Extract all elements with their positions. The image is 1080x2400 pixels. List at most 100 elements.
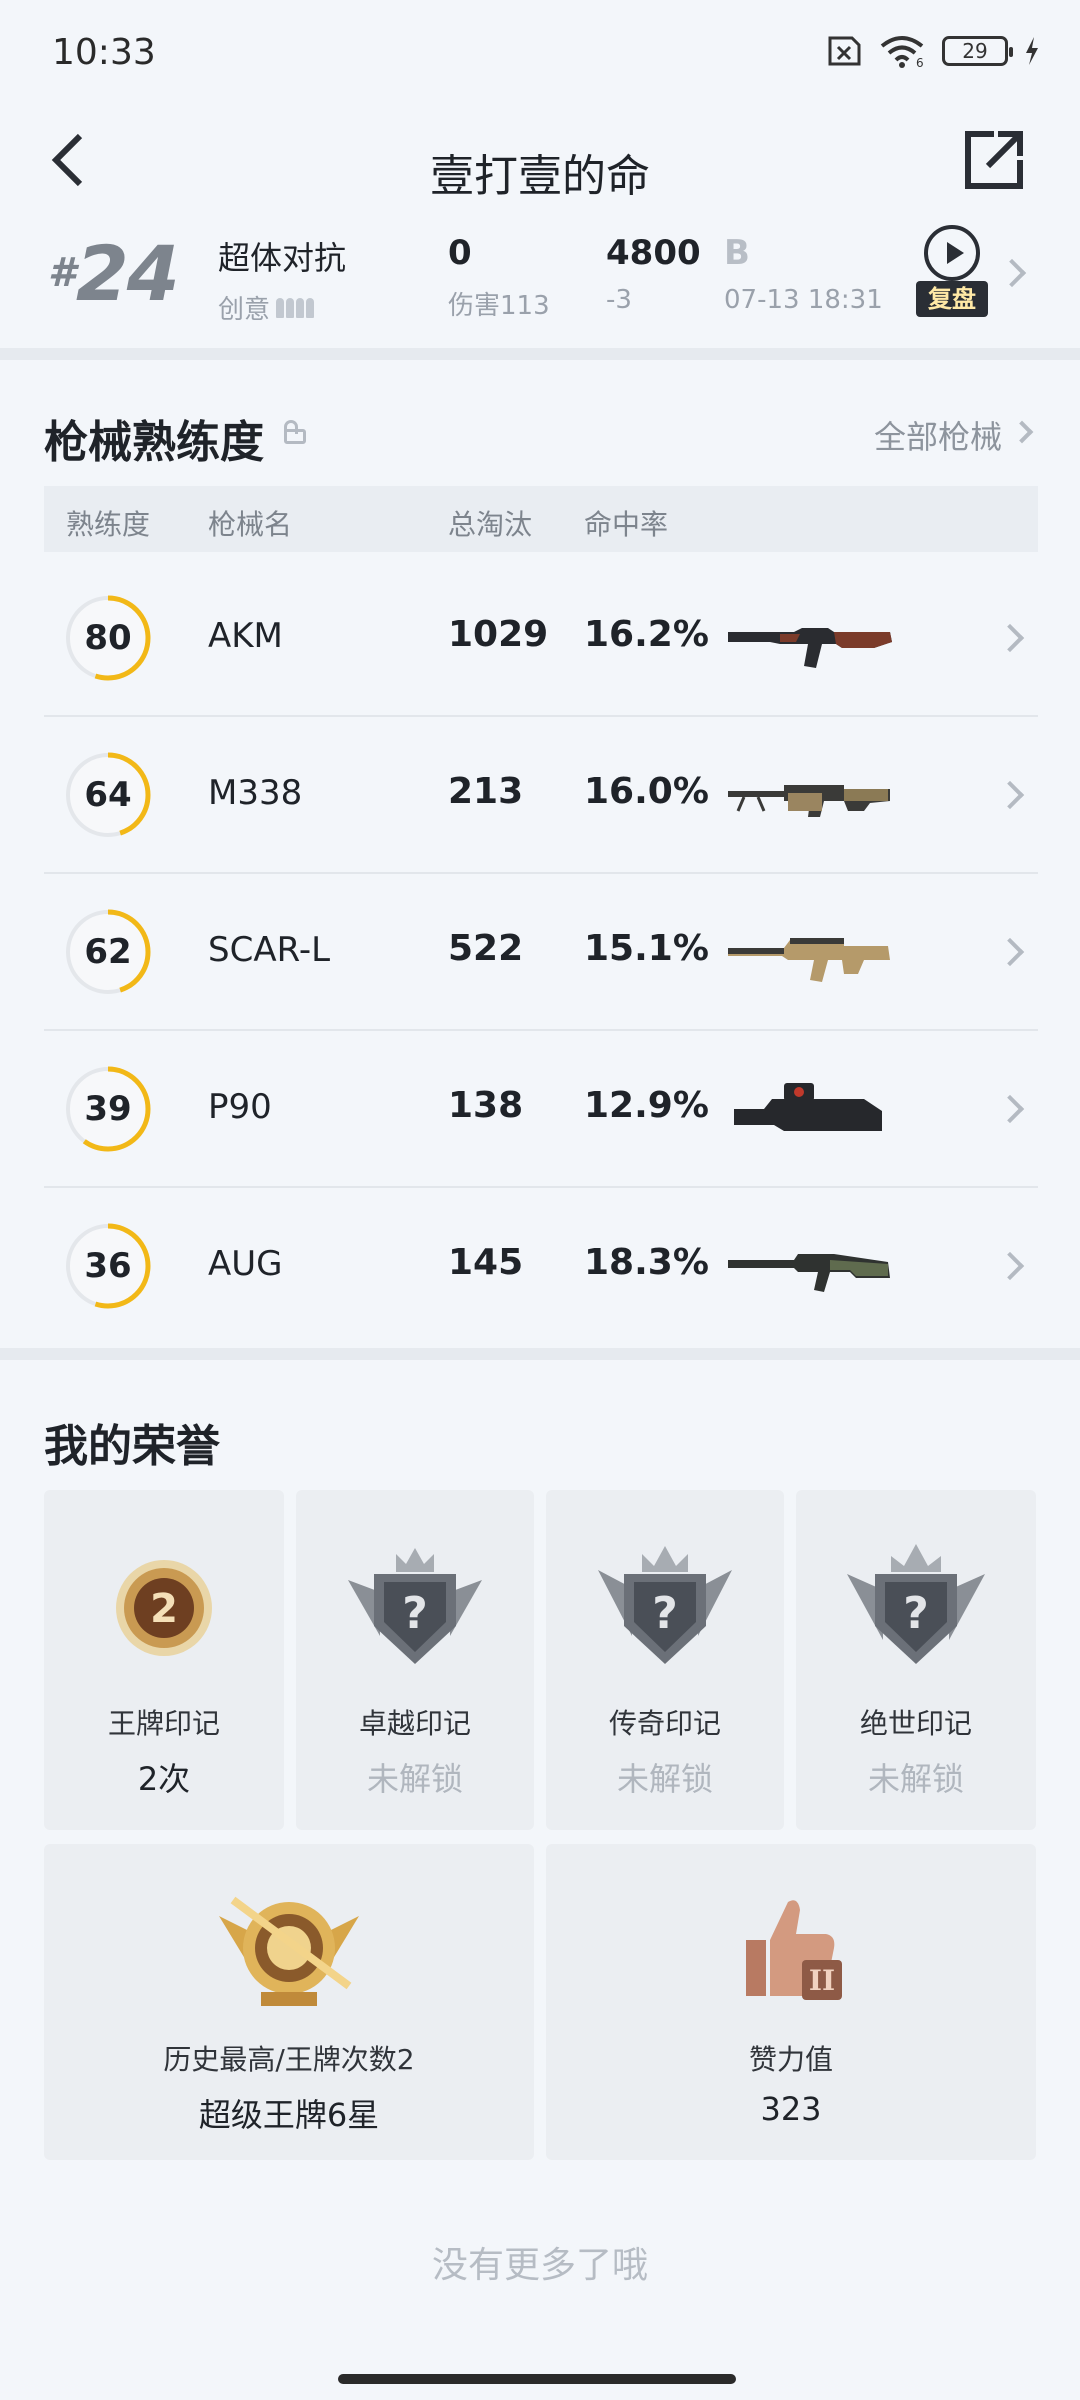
all-weapons-link[interactable]: 全部枪械 (873, 412, 1034, 458)
honor-label: 传奇印记 (608, 1707, 721, 1740)
weapon-name: M338 (208, 773, 303, 813)
status-bar: 10:33 6 29 (0, 0, 1080, 100)
lock-icon[interactable] (282, 420, 308, 444)
honor-card-ace[interactable]: 2 王牌印记 2次 (44, 1490, 284, 1830)
grade-stat: B 07-13 18:31 (724, 233, 883, 315)
weapon-name: AKM (208, 616, 283, 656)
honor-value: 2次 (137, 1760, 191, 1798)
weapon-kills: 138 (448, 1085, 524, 1126)
mode-name: 超体对抗 (218, 239, 347, 277)
aug-rifle-icon (728, 1254, 890, 1292)
chevron-right-icon (995, 1251, 1025, 1281)
honor-label: 赞力值 (748, 2043, 833, 2076)
svg-text:II: II (809, 1964, 835, 1997)
score-stat: 4800 -3 (606, 233, 701, 315)
chevron-right-icon (995, 780, 1025, 810)
status-icons: 6 29 (822, 34, 1040, 68)
play-circle-icon (924, 225, 980, 281)
mastery-level: 64 (84, 775, 132, 815)
weapon-row-p90[interactable]: 39 P90 138 12.9% (44, 1031, 1038, 1188)
col-rate: 命中率 (584, 508, 669, 541)
col-name: 枪械名 (208, 508, 293, 541)
weapon-hit-rate: 16.0% (584, 771, 709, 812)
tier-badge-icon (219, 1896, 359, 2006)
locked-badge-icon: ? (348, 1548, 482, 1664)
p90-smg-icon (734, 1083, 882, 1131)
honor-card-excellence[interactable]: ? 卓越印记 未解锁 (296, 1490, 534, 1830)
page-title: 壹打壹的命 (430, 151, 650, 202)
weapon-kills: 145 (448, 1242, 524, 1283)
all-weapons-label: 全部枪械 (873, 418, 1002, 456)
share-external-icon (965, 131, 1023, 189)
weapon-row-scar-l[interactable]: 62 SCAR-L 522 15.1% (44, 874, 1038, 1031)
weapons-section-title: 枪械熟练度 (44, 417, 264, 468)
honor-card-legend[interactable]: ? 传奇印记 未解锁 (546, 1490, 784, 1830)
chevron-right-icon (995, 1094, 1025, 1124)
home-indicator[interactable] (338, 2374, 736, 2384)
end-of-list-text: 没有更多了哦 (431, 2245, 648, 2286)
mode-sub: 创意 (218, 289, 346, 326)
share-button[interactable] (952, 118, 1036, 202)
ace-mark-badge-icon: 2 (116, 1560, 212, 1656)
section-divider (0, 348, 1080, 360)
weapon-kills: 522 (448, 928, 524, 969)
honor-label: 历史最高/王牌次数2 (163, 2043, 415, 2076)
weapon-name: P90 (208, 1087, 272, 1127)
honor-card-highest-tier[interactable]: 历史最高/王牌次数2 超级王牌6星 (44, 1844, 534, 2160)
mastery-level: 62 (84, 932, 132, 972)
honor-label: 王牌印记 (107, 1707, 220, 1740)
chevron-right-icon (995, 937, 1025, 967)
weapon-hit-rate: 15.1% (584, 928, 709, 969)
svg-text:?: ? (402, 1588, 428, 1639)
header: 壹打壹的命 (0, 100, 1080, 220)
wifi-icon: 6 (880, 36, 924, 68)
match-time: 07-13 18:31 (724, 285, 883, 315)
scar-l-rifle-icon (728, 938, 890, 982)
thumbs-up-icon: II (746, 1900, 842, 2000)
weapon-hit-rate: 16.2% (584, 614, 709, 655)
honor-card-likes[interactable]: II 赞力值 323 (546, 1844, 1036, 2160)
weapon-name: SCAR-L (208, 930, 331, 970)
mastery-level: 36 (84, 1246, 132, 1286)
col-level: 熟练度 (66, 508, 151, 541)
grade-badge: B (724, 233, 750, 273)
m338-machinegun-icon (728, 785, 890, 817)
honor-value: 323 (760, 2090, 822, 2128)
honors-section-title: 我的荣誉 (44, 1421, 220, 1472)
chevron-right-icon (1010, 420, 1034, 444)
weapon-hit-rate: 18.3% (584, 1242, 709, 1283)
locked-badge-icon: ? (598, 1546, 732, 1664)
damage-stat: 0 伤害113 (448, 233, 550, 321)
honor-label: 绝世印记 (859, 1707, 972, 1740)
weapon-row-akm[interactable]: 80 AKM 1029 16.2% (44, 560, 1038, 717)
charging-icon (1026, 37, 1038, 65)
weapon-row-aug[interactable]: 36 AUG 145 18.3% (44, 1188, 1038, 1345)
honor-label: 卓越印记 (358, 1707, 471, 1740)
status-time: 10:33 (52, 32, 156, 73)
akm-rifle-icon (728, 628, 892, 668)
svg-text:?: ? (903, 1588, 929, 1639)
locked-badge-icon: ? (847, 1544, 985, 1664)
weapon-kills: 213 (448, 771, 524, 812)
mastery-level: 80 (84, 618, 132, 658)
team-members-icon (276, 297, 315, 318)
weapon-row-m338[interactable]: 64 M338 213 16.0% (44, 717, 1038, 874)
match-mode: 超体对抗 创意 (218, 233, 346, 326)
sim-off-icon (828, 36, 861, 66)
weapon-name: AUG (208, 1244, 283, 1284)
wifi-level: 6 (916, 56, 924, 68)
col-kills: 总淘汰 (448, 508, 533, 541)
match-rank: #24 (48, 229, 180, 318)
honor-value: 未解锁 (366, 1760, 463, 1798)
match-summary[interactable]: #24 超体对抗 创意 0 伤害113 4800 -3 B 07-13 18:3… (0, 215, 1080, 345)
honor-value: 超级王牌6星 (198, 2096, 380, 2134)
battery-icon: 29 (942, 36, 1013, 66)
weapons-table-header: 熟练度 枪械名 总淘汰 命中率 (44, 486, 1038, 552)
replay-button[interactable]: 复盘 (914, 223, 990, 323)
honor-card-peerless[interactable]: ? 绝世印记 未解锁 (796, 1490, 1036, 1830)
honor-value: 未解锁 (616, 1760, 713, 1798)
weapon-kills: 1029 (448, 614, 549, 655)
mastery-level: 39 (84, 1089, 132, 1129)
section-divider (0, 1348, 1080, 1360)
weapon-hit-rate: 12.9% (584, 1085, 709, 1126)
